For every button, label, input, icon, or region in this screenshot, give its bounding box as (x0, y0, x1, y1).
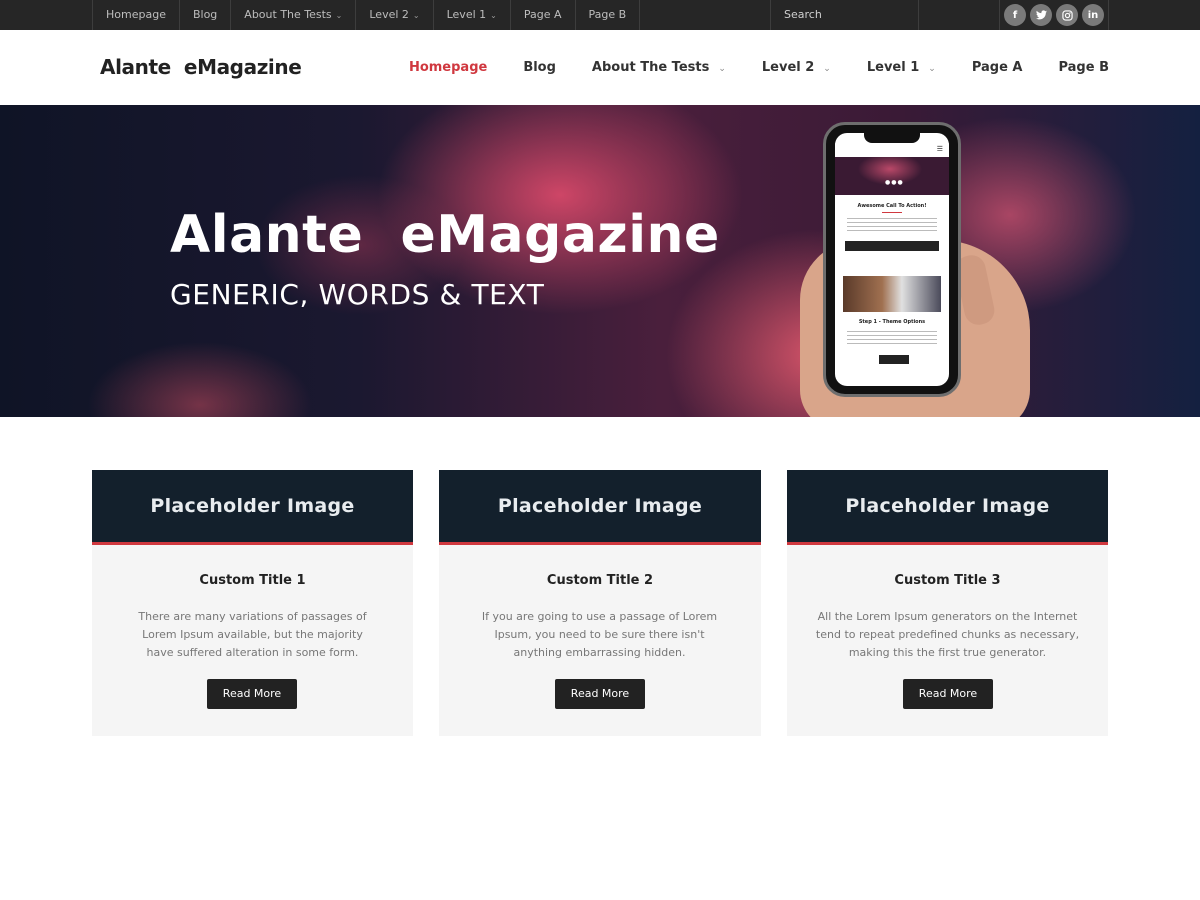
main-nav-label: Page A (971, 60, 1023, 75)
phone-screen-hero (835, 157, 949, 195)
hero-title: Alante eMagazine (170, 205, 720, 265)
chevron-down-icon: ⌄ (823, 64, 831, 74)
main-nav-level-1[interactable]: Level 1 ⌄ (867, 60, 936, 75)
top-nav-blog[interactable]: Blog (180, 0, 232, 30)
chevron-down-icon: ⌄ (928, 64, 936, 74)
placeholder-image: Placeholder Image (92, 470, 413, 545)
placeholder-image-label: Placeholder Image (497, 495, 703, 517)
top-bar: Homepage Blog About The Tests ⌄ Level 2 ⌄ … (0, 0, 1200, 30)
top-nav-page-b[interactable]: Page B (576, 0, 641, 30)
placeholder-image-label: Placeholder Image (150, 495, 355, 517)
main-nav-label: Level 1 (866, 60, 920, 75)
main-nav-page-b[interactable]: Page B (1058, 60, 1109, 75)
linkedin-icon[interactable]: in (1082, 4, 1104, 26)
main-nav-blog[interactable]: Blog (523, 60, 556, 75)
phone-screen-section-button (879, 355, 909, 364)
feature-card-1: Placeholder Image Custom Title 1 There a… (92, 470, 413, 736)
top-nav-label: About The Tests (244, 8, 332, 21)
slider-dots-icon: ●●● (885, 179, 904, 186)
top-nav-label: Homepage (106, 8, 166, 21)
chevron-down-icon: ⌄ (335, 11, 343, 20)
chevron-down-icon: ⌄ (718, 64, 726, 74)
card-text: All the Lorem Ipsum generators on the In… (815, 610, 1080, 659)
instagram-icon[interactable] (1056, 4, 1078, 26)
top-nav-level-2[interactable]: Level 2 ⌄ (356, 0, 434, 30)
phone-screen-heading: Awesome Call To Action! (857, 203, 927, 209)
top-nav-label: Level 1 (446, 8, 487, 21)
hero-subtitle: GENERIC, WORDS & TEXT (170, 278, 545, 311)
main-nav-page-a[interactable]: Page A (972, 60, 1023, 75)
phone-screen-image (843, 276, 941, 312)
top-nav-level-1[interactable]: Level 1 ⌄ (434, 0, 511, 30)
phone-screen-button (845, 241, 939, 251)
twitter-icon[interactable] (1030, 4, 1052, 26)
placeholder-image-label: Placeholder Image (845, 495, 1050, 517)
phone-screen-section-text (847, 331, 937, 345)
top-nav-page-a[interactable]: Page A (511, 0, 576, 30)
top-nav-label: Page B (588, 8, 627, 21)
card-title: Custom Title 3 (894, 573, 1001, 588)
phone-screen: ☰ ●●● Awesome Call To Action! Step 1 - T… (835, 133, 949, 386)
top-nav-label: Blog (192, 8, 218, 21)
search-input[interactable]: Search (770, 0, 919, 30)
feature-card-3: Placeholder Image Custom Title 3 All the… (787, 470, 1108, 736)
main-nav-label: Level 2 (761, 60, 815, 75)
chevron-down-icon: ⌄ (412, 11, 420, 20)
social-links: f in (999, 0, 1109, 30)
main-nav-label: About The Tests (591, 60, 710, 75)
chevron-down-icon: ⌄ (490, 11, 497, 20)
hero-banner: Alante eMagazine GENERIC, WORDS & TEXT ☰… (0, 105, 1200, 417)
read-more-button[interactable]: Read More (207, 679, 297, 709)
card-text: If you are going to use a passage of Lor… (481, 610, 718, 659)
card-title: Custom Title 1 (199, 573, 306, 588)
phone-mockup: ☰ ●●● Awesome Call To Action! Step 1 - T… (823, 122, 961, 397)
menu-icon: ☰ (936, 145, 943, 153)
phone-screen-header (835, 143, 949, 157)
read-more-button[interactable]: Read More (555, 679, 645, 709)
main-nav-homepage[interactable]: Homepage (409, 60, 487, 75)
top-nav-label: Level 2 (369, 8, 409, 21)
card-title: Custom Title 2 (546, 573, 654, 588)
phone-screen-text (847, 218, 937, 232)
main-nav-label: Blog (523, 60, 556, 75)
top-nav-about-the-tests[interactable]: About The Tests ⌄ (231, 0, 357, 30)
top-nav-homepage[interactable]: Homepage (93, 0, 180, 30)
card-text: There are many variations of passages of… (138, 610, 367, 659)
facebook-icon[interactable]: f (1004, 4, 1026, 26)
phone-screen-section-heading: Step 1 - Theme Options (858, 319, 926, 325)
read-more-button[interactable]: Read More (903, 679, 993, 709)
site-logo[interactable]: Alante eMagazine (100, 55, 302, 79)
placeholder-image: Placeholder Image (439, 470, 761, 545)
phone-notch (864, 133, 920, 143)
placeholder-image: Placeholder Image (787, 470, 1108, 545)
feature-card-2: Placeholder Image Custom Title 2 If you … (439, 470, 761, 736)
main-nav-label: Homepage (408, 60, 488, 75)
phone-screen-divider (882, 212, 902, 213)
site-header: Alante eMagazine Homepage Blog About The… (0, 30, 1200, 105)
main-nav-about-the-tests[interactable]: About The Tests ⌄ (592, 60, 726, 75)
main-nav: Homepage Blog About The Tests ⌄ Level 2 ⌄ … (373, 30, 1109, 105)
main-nav-level-2[interactable]: Level 2 ⌄ (762, 60, 831, 75)
top-nav: Homepage Blog About The Tests ⌄ Level 2 ⌄ … (92, 0, 641, 30)
main-nav-label: Page B (1058, 60, 1109, 75)
top-nav-label: Page A (523, 8, 562, 21)
